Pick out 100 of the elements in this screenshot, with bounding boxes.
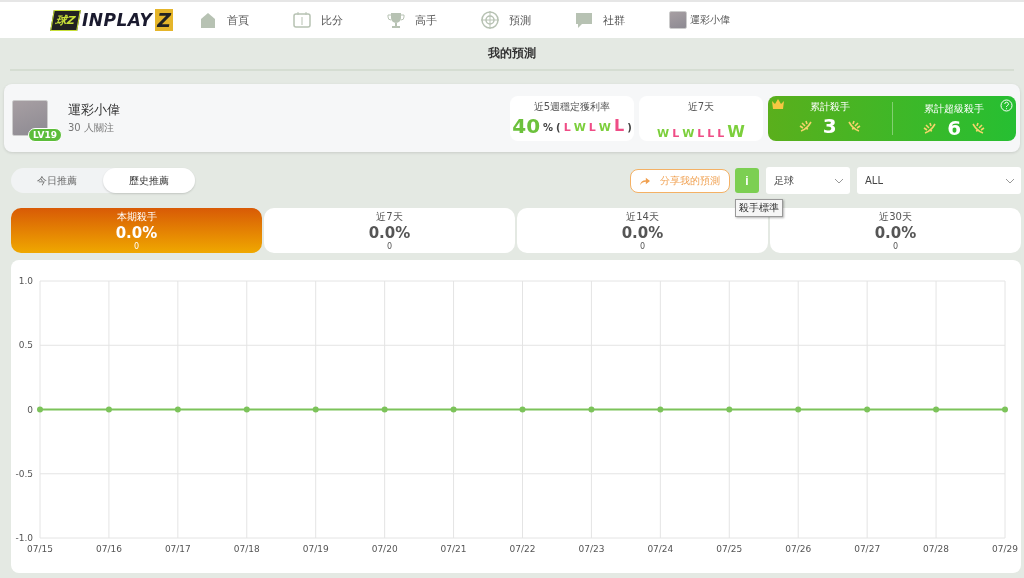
stat-label: 近5週穩定獲利率 [533,99,611,114]
period-label: 近14天 [626,210,659,224]
period-card[interactable]: 本期殺手 0.0% 0 [11,208,262,253]
bracket: ( [556,122,561,133]
result-letter: L [697,126,705,140]
period-count: 0 [133,242,140,251]
result-letter: W [657,126,670,140]
x-tick-label: 07/24 [647,544,674,554]
x-tick-label: 07/19 [302,544,329,554]
period-label: 近30天 [879,210,912,224]
trophy-icon [387,11,406,29]
period-rate: 0.0% [621,224,664,242]
result-letter: W [727,121,745,141]
result-letter: W [573,121,586,134]
killer-label: 累計殺手 [809,99,850,114]
period-rate: 0.0% [874,224,917,242]
user-name: 運彩小偉 [68,101,120,119]
nav-link[interactable]: 比分 [293,11,344,29]
y-tick-label: -0.5 [15,468,33,479]
tab[interactable]: 歷史推薦 [103,168,195,193]
scoreboard-icon [293,11,312,29]
period-rate: 0.0% [368,224,411,242]
avatar-picture [669,11,688,29]
killer-count: 3 [822,113,837,138]
data-point [657,406,664,413]
stat-label: 近7天 [687,99,715,114]
x-tick-label: 07/16 [95,544,122,554]
target-icon [481,11,500,29]
data-point [243,406,250,413]
data-point [1002,406,1008,413]
result-letter: L [563,121,571,134]
data-point [37,406,43,413]
nav-link[interactable]: 社群 [575,11,626,29]
bracket: ) [627,122,632,133]
result-letter: L [707,126,715,140]
period-card[interactable]: 近7天 0.0% 0 [264,208,515,253]
follower-count: 30 人關注 [68,121,115,135]
logo-badge: 球Z [50,9,81,31]
data-point [381,406,388,413]
x-tick-label: 07/20 [371,544,398,554]
data-point [864,406,871,413]
data-point [450,406,457,413]
result-letter: W [598,121,611,134]
help-icon[interactable] [1000,98,1013,112]
result-letter: L [588,121,596,134]
stat-value: 40 [512,113,541,138]
data-point [795,406,802,413]
y-tick-label: 0.5 [18,340,33,351]
level-badge: LV19 [28,128,62,142]
period-label: 近7天 [376,210,403,224]
dropdown-select[interactable]: 足球 [766,167,850,194]
result-letter: L [672,126,680,140]
period-count: 0 [892,242,899,251]
tab[interactable]: 今日推薦 [11,168,103,193]
y-tick-label: 1.0 [18,276,33,286]
home-icon [199,11,218,29]
nav-link[interactable]: 預測 [481,11,532,29]
result-letter: W [682,126,695,140]
data-point [933,406,940,413]
laurel-icon [798,119,813,132]
x-tick-label: 07/29 [992,544,1018,554]
user-link[interactable]: 運彩小偉 [690,13,731,27]
laurel-icon [846,119,861,132]
result-letter: L [717,126,725,140]
x-tick-label: 07/15 [27,544,53,554]
data-point [105,406,112,413]
chevron-down-icon [834,177,844,184]
page-title: 我的預測 [488,45,536,62]
period-count: 0 [639,242,646,251]
chevron-down-icon [1005,177,1015,184]
crown-icon [772,98,785,109]
data-point [588,406,595,413]
x-tick-label: 07/21 [440,544,467,554]
dropdown-select[interactable]: ALL [857,167,1021,194]
x-tick-label: 07/22 [509,544,536,554]
x-tick-label: 07/26 [785,544,812,554]
y-tick-label: -1.0 [15,533,33,543]
nav-link[interactable]: 高手 [387,11,438,29]
x-tick-label: 07/27 [854,544,881,554]
y-tick-label: 0 [27,404,33,415]
period-label: 本期殺手 [116,210,157,224]
data-point [312,406,319,413]
killer-label: 累計超級殺手 [924,101,985,116]
share-arrow-icon [640,175,650,186]
x-tick-label: 07/28 [923,544,950,554]
data-point [519,406,526,413]
chat-icon [575,11,594,29]
nav-link[interactable]: 首頁 [199,11,250,29]
logo-mark: Z [155,9,174,31]
x-tick-label: 07/18 [233,544,260,554]
x-tick-label: 07/17 [164,544,191,554]
data-point [726,406,733,413]
tooltip: 殺手標準 [735,199,783,217]
killer-count: 6 [947,115,962,140]
logo-text: INPLAY [82,10,153,30]
period-count: 0 [386,242,393,251]
result-letter: L [614,116,625,135]
laurel-icon [971,121,986,134]
x-tick-label: 07/23 [578,544,605,554]
x-tick-label: 07/25 [716,544,743,554]
